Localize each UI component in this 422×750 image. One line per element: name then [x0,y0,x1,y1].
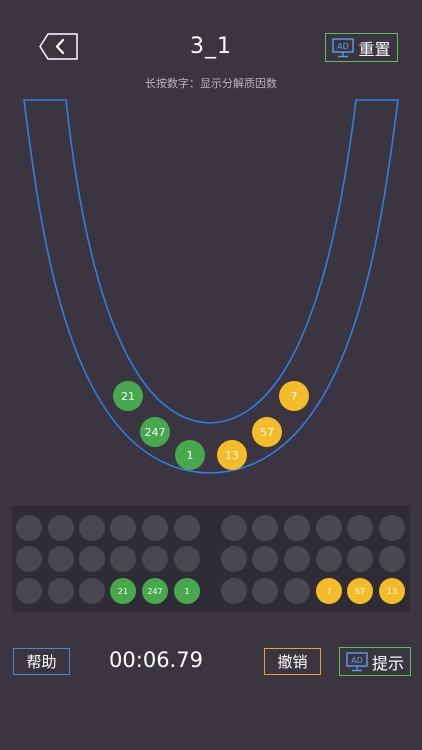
tray-slot-empty[interactable] [16,546,42,572]
tray-slot-empty[interactable] [284,515,310,541]
svg-text:AD: AD [351,656,363,665]
tray-slot-empty[interactable] [347,546,373,572]
tray-slot-empty[interactable] [221,546,247,572]
tray-slot-filled[interactable]: 21 [110,578,136,604]
tray-slot-filled[interactable]: 13 [379,578,405,604]
tray-slot-empty[interactable] [79,546,105,572]
tray-slot-empty[interactable] [16,515,42,541]
tray-slot-empty[interactable] [252,578,278,604]
tray-slot-empty[interactable] [16,578,42,604]
tray-slot-empty[interactable] [252,515,278,541]
ball-yellow-7[interactable]: 7 [279,381,309,411]
tray-slot-empty[interactable] [110,546,136,572]
answer-tray: 21 247 1 7 57 13 [12,506,410,612]
help-button[interactable]: 帮助 [13,648,70,675]
ball-yellow-13[interactable]: 13 [217,440,247,470]
tray-slot-empty[interactable] [48,578,74,604]
tray-slot-empty[interactable] [79,515,105,541]
tray-slot-empty[interactable] [379,515,405,541]
tray-slot-empty[interactable] [48,546,74,572]
u-tube-container [23,99,399,474]
tray-slot-empty[interactable] [142,546,168,572]
tray-slot-empty[interactable] [379,546,405,572]
tray-slot-filled[interactable]: 247 [142,578,168,604]
tray-slot-empty[interactable] [110,515,136,541]
tray-slot-empty[interactable] [174,546,200,572]
ball-yellow-57[interactable]: 57 [252,417,282,447]
hint-button[interactable]: AD 提示 [339,647,411,676]
ball-green-1[interactable]: 1 [175,440,205,470]
tray-slot-filled[interactable]: 57 [347,578,373,604]
ad-monitor-icon: AD [346,651,368,671]
tray-slot-empty[interactable] [174,515,200,541]
tray-slot-empty[interactable] [284,578,310,604]
tray-slot-empty[interactable] [347,515,373,541]
tray-slot-empty[interactable] [79,578,105,604]
tray-slot-empty[interactable] [221,578,247,604]
hint-label: 提示 [371,653,404,673]
tray-slot-empty[interactable] [48,515,74,541]
tray-slot-empty[interactable] [316,546,342,572]
tray-slot-filled[interactable]: 7 [316,578,342,604]
tray-slot-filled[interactable]: 1 [174,578,200,604]
ball-green-21[interactable]: 21 [113,381,143,411]
tray-slot-empty[interactable] [284,546,310,572]
tray-slot-empty[interactable] [221,515,247,541]
undo-button[interactable]: 撤销 [264,648,321,675]
tray-slot-empty[interactable] [252,546,278,572]
timer: 00:06.79 [109,648,203,672]
tray-slot-empty[interactable] [316,515,342,541]
tray-slot-empty[interactable] [142,515,168,541]
ball-green-247[interactable]: 247 [140,417,170,447]
